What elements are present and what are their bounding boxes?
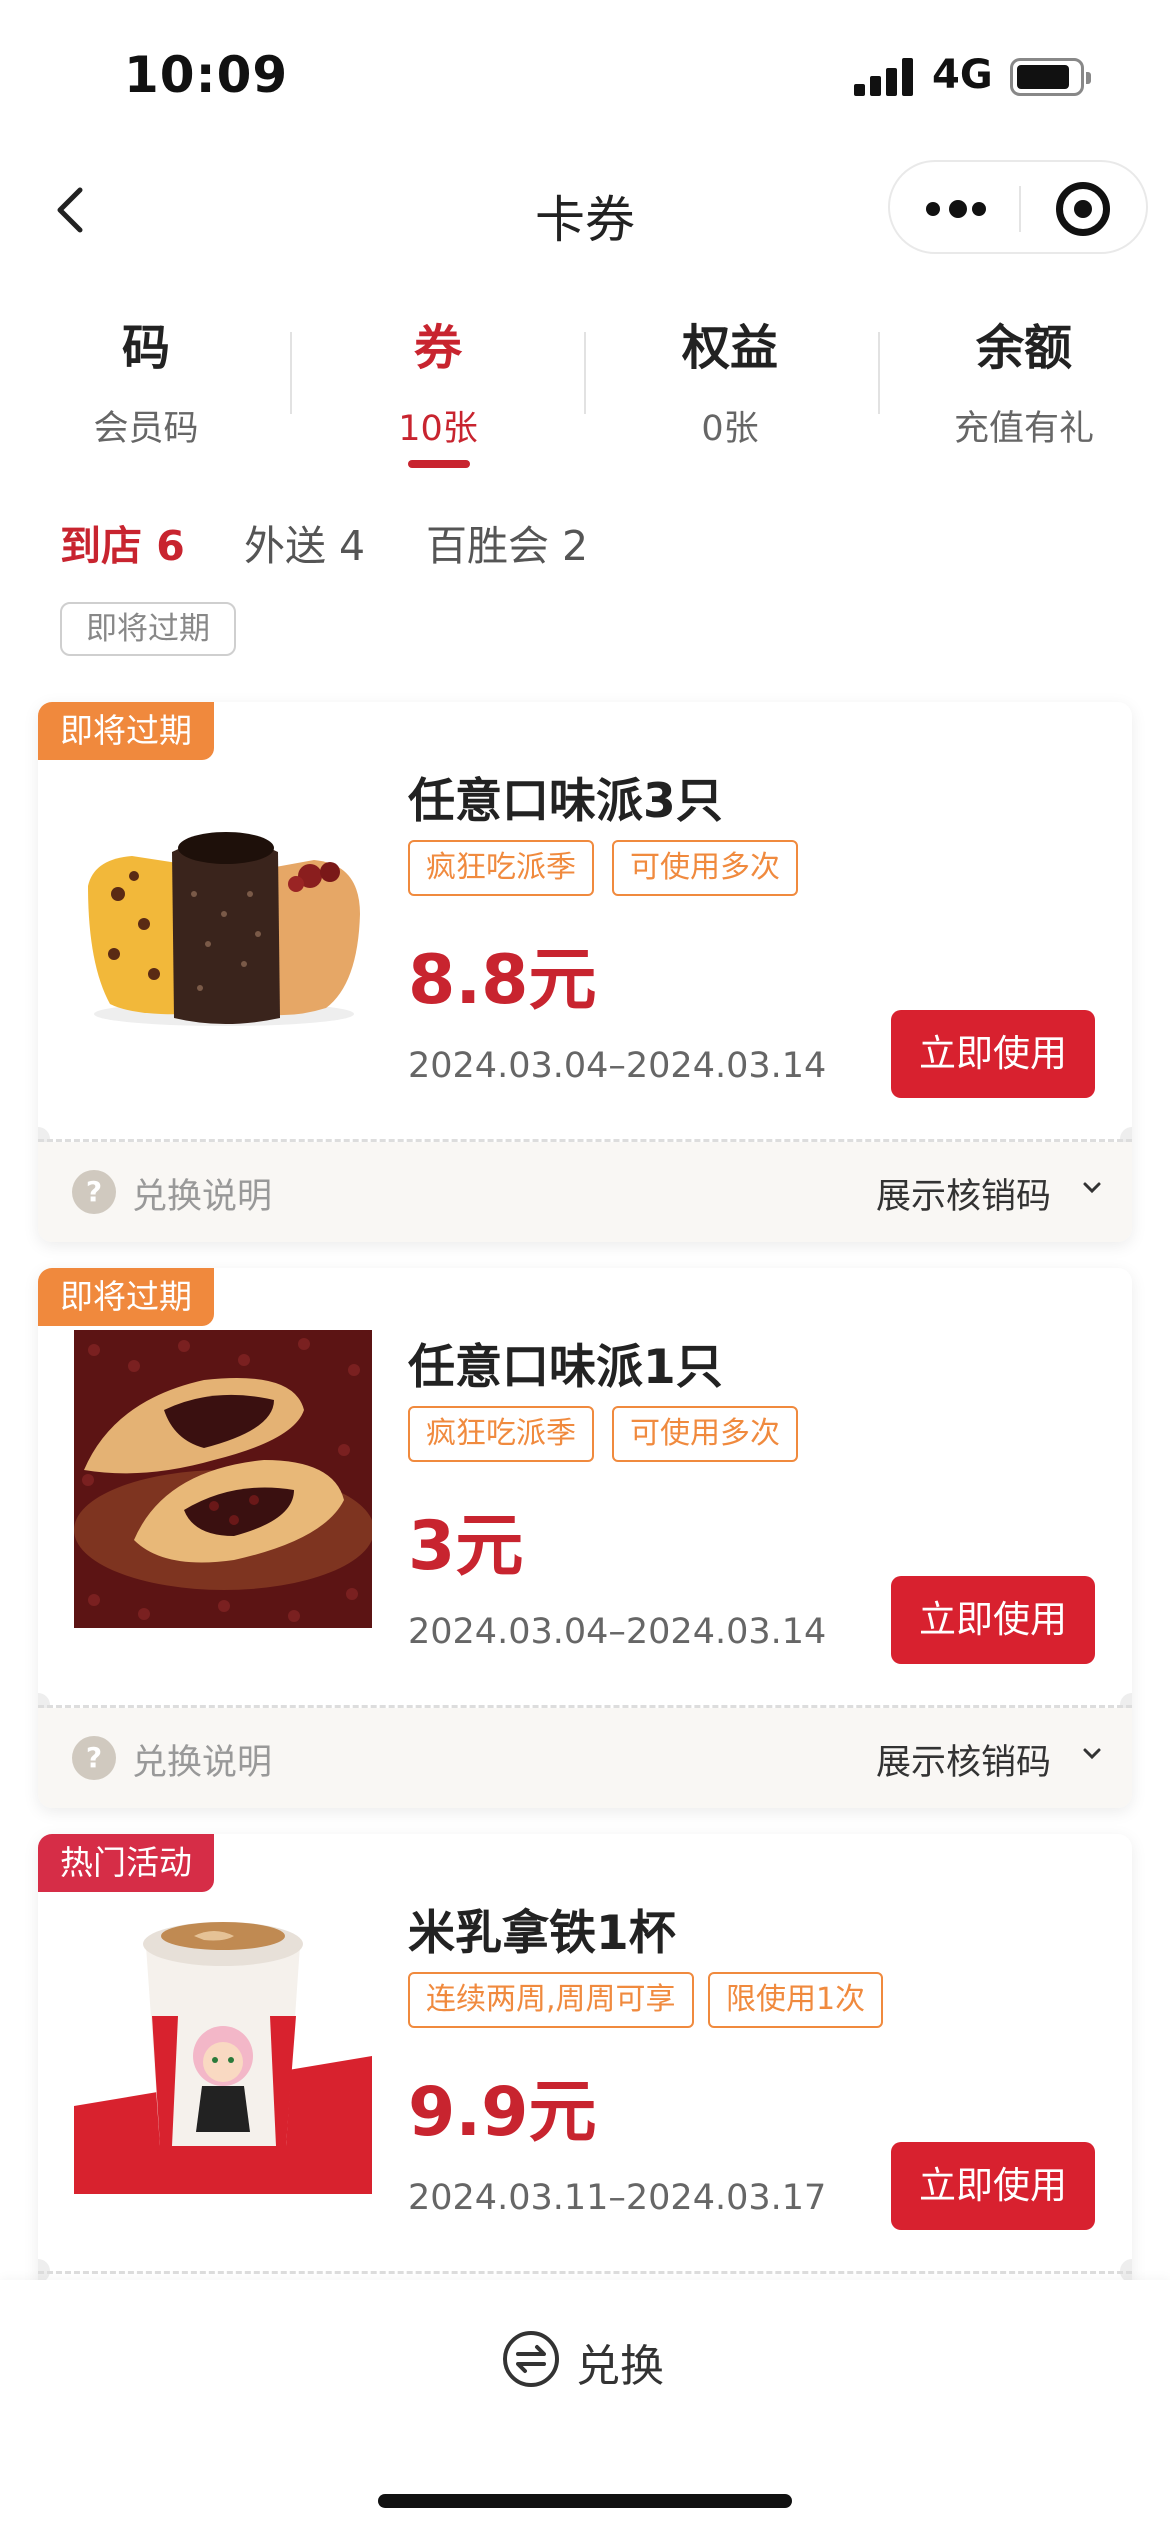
home-indicator (378, 2494, 792, 2508)
redeem-instructions-link[interactable]: 兑换说明 (132, 1734, 272, 1785)
redeem-instructions-link[interactable]: 兑换说明 (132, 1168, 272, 1219)
status-bar: 10:09 4G (0, 0, 1170, 150)
coupon-card: 即将过期 任意口味派3只 疯狂吃派季 可使用多次 8.8元 2024.03.04… (38, 702, 1132, 1242)
chevron-down-icon[interactable] (1080, 1176, 1104, 1200)
tab-balance[interactable]: 余额 充值有礼 (878, 290, 1170, 480)
coupon-price: 9.9元 (408, 2073, 597, 2152)
coupon-tag: 即将过期 (38, 702, 214, 760)
chevron-down-icon[interactable] (1080, 1742, 1104, 1766)
signal-icon (854, 58, 914, 96)
coupon-chip: 可使用多次 (612, 1406, 798, 1462)
coupon-card: 即将过期 任意口味派1只 疯狂吃派季 可使用多次 3元 2024.03.04–2… (38, 1268, 1132, 1808)
use-now-button[interactable]: 立即使用 (891, 1010, 1095, 1098)
coupon-title: 任意口味派1只 (408, 1340, 723, 1395)
subtab-yum-club[interactable]: 百胜会 2 (426, 512, 588, 572)
coupon-title: 米乳拿铁1杯 (408, 1906, 676, 1961)
status-time: 10:09 (124, 46, 289, 104)
red-bean-pie-image (74, 1330, 372, 1628)
coupon-date: 2024.03.11–2024.03.17 (408, 2178, 827, 2218)
show-code-button[interactable]: 展示核销码 (876, 1168, 1051, 1219)
three-pies-image (74, 764, 372, 1062)
coupon-chip: 疯狂吃派季 (408, 1406, 594, 1462)
network-label: 4G (932, 52, 993, 98)
more-dots-icon[interactable] (926, 199, 986, 219)
tab-coupons[interactable]: 券 10张 (292, 290, 584, 480)
subtab-delivery[interactable]: 外送 4 (244, 512, 365, 572)
subtab-in-store[interactable]: 到店 6 (60, 512, 185, 572)
nav-bar: 卡券 (0, 150, 1170, 270)
coupon-chip: 连续两周,周周可享 (408, 1972, 694, 2028)
active-tab-indicator (408, 460, 470, 468)
target-icon[interactable] (1056, 182, 1110, 236)
top-tabs: 码 会员码 券 10张 权益 0张 余额 充值有礼 (0, 290, 1170, 480)
kcoffee-latte-image (74, 1896, 372, 2194)
exchange-label: 兑换 (576, 2341, 664, 2392)
coupon-tag: 即将过期 (38, 1268, 214, 1326)
exchange-icon (503, 2331, 559, 2387)
coupon-date: 2024.03.04–2024.03.14 (408, 1612, 827, 1652)
use-now-button[interactable]: 立即使用 (891, 1576, 1095, 1664)
battery-icon (1010, 58, 1091, 96)
coupon-chip: 限使用1次 (708, 1972, 884, 2028)
coupon-chip: 可使用多次 (612, 840, 798, 896)
tab-benefits[interactable]: 权益 0张 (584, 290, 876, 480)
miniapp-capsule (888, 160, 1148, 254)
coupon-date: 2024.03.04–2024.03.14 (408, 1046, 827, 1086)
show-code-button[interactable]: 展示核销码 (876, 1734, 1051, 1785)
coupon-price: 3元 (408, 1507, 524, 1586)
coupon-footer: ? 兑换说明 展示核销码 (38, 1142, 1132, 1242)
question-icon[interactable]: ? (72, 1170, 116, 1214)
tab-member-code[interactable]: 码 会员码 (0, 290, 292, 480)
coupon-tag: 热门活动 (38, 1834, 214, 1892)
expiring-filter-chip[interactable]: 即将过期 (60, 602, 236, 656)
coupon-chip: 疯狂吃派季 (408, 840, 594, 896)
use-now-button[interactable]: 立即使用 (891, 2142, 1095, 2230)
coupon-footer: ? 兑换说明 展示核销码 (38, 1708, 1132, 1808)
question-icon[interactable]: ? (72, 1736, 116, 1780)
bottom-bar: 兑换 (0, 2280, 1170, 2532)
coupon-price: 8.8元 (408, 941, 597, 1020)
coupon-title: 任意口味派3只 (408, 774, 723, 829)
